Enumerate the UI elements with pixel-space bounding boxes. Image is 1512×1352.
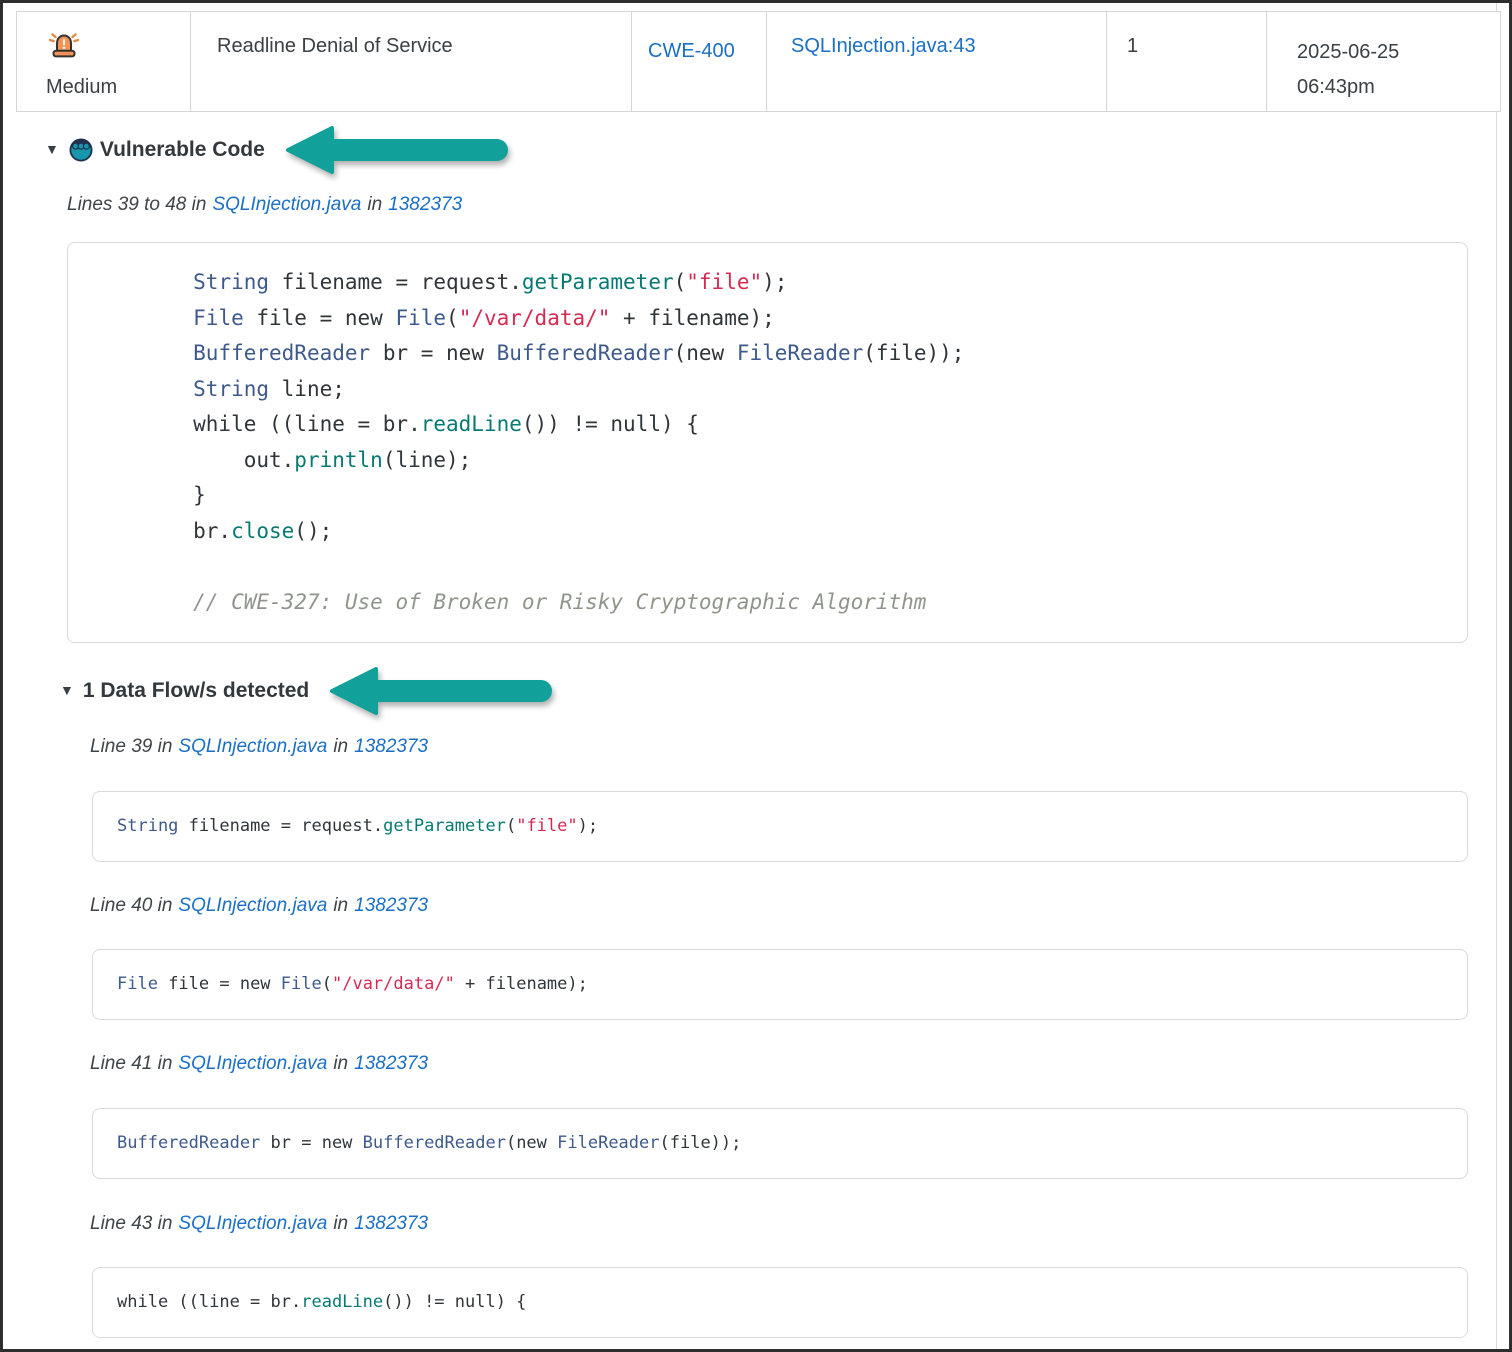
file-link[interactable]: SQLInjection.java [178, 1053, 327, 1075]
timestamp-cell: 2025-06-25 06:43pm [1267, 12, 1500, 111]
file-link[interactable]: SQLInjection.java [212, 194, 361, 216]
meta-prefix: Line 39 in [90, 736, 172, 758]
collapse-triangle-icon[interactable]: ▼ [45, 141, 59, 157]
cwe-cell: CWE-400 [632, 12, 767, 111]
data-flow-code-block: BufferedReader br = new BufferedReader(n… [92, 1108, 1468, 1179]
finding-summary-row: Medium Readline Denial of Service CWE-40… [16, 11, 1501, 112]
data-flows-section-header[interactable]: ▼ 1 Data Flow/s detected [60, 677, 1499, 705]
siren-icon [46, 46, 82, 68]
timestamp-date: 2025-06-25 [1297, 35, 1500, 70]
data-flow-count-cell: 1 [1107, 12, 1267, 111]
scan-id-link[interactable]: 1382373 [388, 194, 462, 216]
meta-separator: in [367, 194, 382, 216]
meta-separator: in [333, 736, 348, 758]
finding-report-page: { "header": { "severity": { "icon": "sir… [0, 0, 1512, 1352]
location-cell: SQLInjection.java:43 [767, 12, 1107, 111]
file-location-link[interactable]: SQLInjection.java:43 [791, 35, 976, 57]
file-link[interactable]: SQLInjection.java [178, 1213, 327, 1235]
meta-separator: in [333, 895, 348, 917]
data-flow-code-block: String filename = request.getParameter("… [92, 791, 1468, 862]
vulnerable-code-meta: Lines 39 to 48 in SQLInjection.java in 1… [67, 194, 1499, 218]
finding-title-cell: Readline Denial of Service [191, 12, 632, 111]
meta-prefix: Line 43 in [90, 1213, 172, 1235]
timestamp-time: 06:43pm [1297, 70, 1500, 105]
data-flow-code-block: while ((line = br.readLine()) != null) { [92, 1267, 1468, 1338]
scan-id-link[interactable]: 1382373 [354, 1053, 428, 1075]
vulnerable-code-section-header[interactable]: ▼ Vulnerable Code [45, 136, 1499, 164]
wave-logo-icon [68, 137, 94, 163]
severity-cell: Medium [17, 12, 191, 111]
meta-separator: in [333, 1053, 348, 1075]
data-flow-meta: Line 40 in SQLInjection.java in 1382373 [90, 895, 1499, 919]
annotation-arrow-icon [326, 663, 564, 719]
scan-id-link[interactable]: 1382373 [354, 1213, 428, 1235]
cwe-link[interactable]: CWE-400 [648, 40, 735, 62]
finding-title: Readline Denial of Service [217, 35, 453, 57]
data-flow-code-block: File file = new File("/var/data/" + file… [92, 949, 1468, 1020]
file-link[interactable]: SQLInjection.java [178, 736, 327, 758]
meta-prefix: Line 41 in [90, 1053, 172, 1075]
meta-prefix: Lines 39 to 48 in [67, 194, 206, 216]
meta-prefix: Line 40 in [90, 895, 172, 917]
data-flows-title: 1 Data Flow/s detected [83, 679, 309, 703]
data-flow-meta: Line 39 in SQLInjection.java in 1382373 [90, 736, 1499, 760]
scan-id-link[interactable]: 1382373 [354, 895, 428, 917]
vulnerable-code-block: String filename = request.getParameter("… [67, 242, 1468, 643]
scan-id-link[interactable]: 1382373 [354, 736, 428, 758]
report-content: Medium Readline Denial of Service CWE-40… [3, 11, 1509, 1338]
severity-label: Medium [46, 76, 190, 99]
data-flow-meta: Line 41 in SQLInjection.java in 1382373 [90, 1053, 1499, 1077]
vulnerable-code-title: Vulnerable Code [100, 138, 265, 162]
file-link[interactable]: SQLInjection.java [178, 895, 327, 917]
annotation-arrow-icon [282, 122, 520, 178]
data-flow-count: 1 [1127, 35, 1138, 57]
meta-separator: in [333, 1213, 348, 1235]
data-flow-meta: Line 43 in SQLInjection.java in 1382373 [90, 1213, 1499, 1237]
collapse-triangle-icon[interactable]: ▼ [60, 682, 74, 698]
